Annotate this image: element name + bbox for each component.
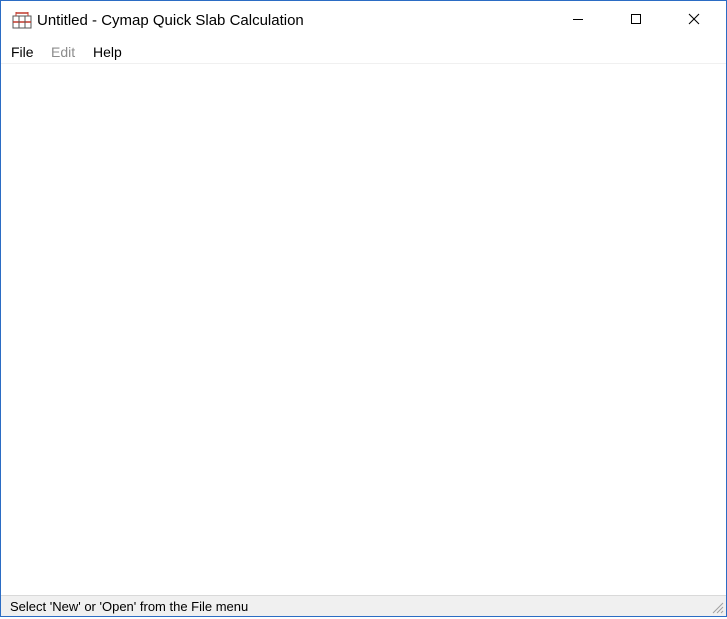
cymap-app-icon[interactable] bbox=[12, 11, 32, 29]
maximize-icon bbox=[630, 12, 642, 30]
menu-edit[interactable]: Edit bbox=[51, 44, 75, 60]
status-text: Select 'New' or 'Open' from the File men… bbox=[10, 599, 249, 614]
app-window: Untitled - Cymap Quick Slab Calculation … bbox=[0, 0, 727, 617]
resize-grip-icon[interactable] bbox=[710, 600, 724, 614]
status-bar: Select 'New' or 'Open' from the File men… bbox=[1, 595, 726, 616]
menu-bar: File Edit Help bbox=[1, 41, 726, 63]
maximize-button[interactable] bbox=[607, 1, 665, 41]
minimize-button[interactable] bbox=[549, 1, 607, 41]
title-bar[interactable]: Untitled - Cymap Quick Slab Calculation bbox=[1, 1, 726, 41]
document-area[interactable] bbox=[1, 64, 726, 595]
close-icon bbox=[688, 12, 700, 30]
window-title: Untitled - Cymap Quick Slab Calculation bbox=[37, 12, 304, 29]
minimize-icon bbox=[572, 12, 584, 30]
menu-file[interactable]: File bbox=[11, 44, 34, 60]
close-button[interactable] bbox=[665, 1, 723, 41]
menu-help[interactable]: Help bbox=[93, 44, 122, 60]
